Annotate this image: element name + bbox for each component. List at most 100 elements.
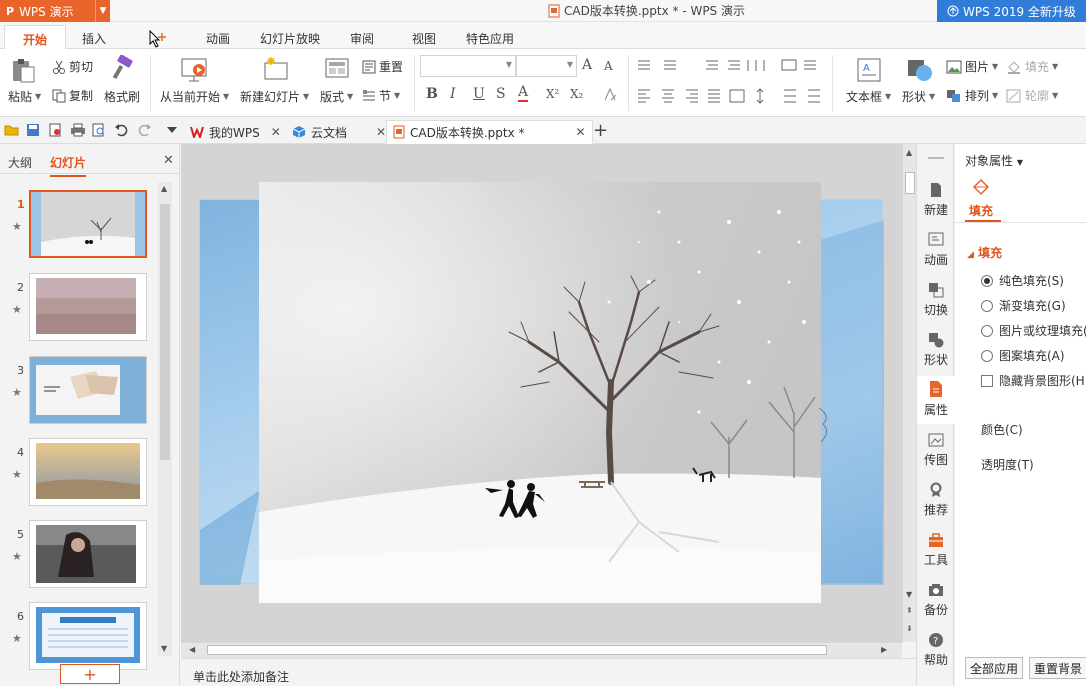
sidebar-item-animation[interactable]: 动画 xyxy=(917,232,955,278)
slide-thumbnail-row[interactable]: 4 ★ xyxy=(0,438,160,508)
copy-button[interactable]: 复制 xyxy=(52,87,93,104)
radio-icon[interactable] xyxy=(981,325,993,337)
slide-thumbnail[interactable] xyxy=(29,190,147,258)
tab-fill[interactable]: 填充 xyxy=(969,202,993,219)
notes-placeholder[interactable]: 单击此处添加备注 xyxy=(193,668,289,685)
format-painter-button[interactable]: 格式刷 xyxy=(104,88,140,105)
slide-thumbnail[interactable] xyxy=(29,520,147,588)
close-icon[interactable]: ✕ xyxy=(376,125,386,139)
tab-home[interactable]: 开始 xyxy=(4,25,67,50)
fill-button[interactable]: 填充 ▼ xyxy=(1006,58,1058,75)
outline-button[interactable]: 轮廓 ▼ xyxy=(1006,87,1058,104)
canvas-horizontal-scrollbar[interactable]: ◀ ▶ xyxy=(181,642,902,658)
app-menu-dropdown-icon[interactable]: ▼ xyxy=(95,0,110,22)
checkbox-icon[interactable] xyxy=(981,375,993,387)
radio-icon[interactable] xyxy=(981,275,993,287)
play-from-current-button[interactable]: 从当前开始 ▼ xyxy=(160,88,229,105)
upgrade-button[interactable]: WPS 2019 全新升级 xyxy=(937,0,1086,22)
underline-button[interactable]: U xyxy=(473,86,485,102)
canvas-vertical-scrollbar[interactable]: ▲ ▼ ⇞ ⇟ xyxy=(902,144,916,642)
sidebar-item-shape[interactable]: 形状 xyxy=(917,332,955,378)
slide-winter-image[interactable] xyxy=(259,182,821,603)
sidebar-item-new[interactable]: 新建 xyxy=(917,182,955,228)
shape-button[interactable]: 形状 ▼ xyxy=(902,88,935,105)
tab-slides[interactable]: 幻灯片 xyxy=(50,154,87,177)
scroll-up-icon[interactable]: ▲ xyxy=(906,148,912,157)
subscript-button[interactable]: X₂ xyxy=(570,87,583,101)
scroll-thumb[interactable] xyxy=(160,204,170,460)
save-icon[interactable] xyxy=(26,123,40,137)
new-tab-plus-icon[interactable]: + xyxy=(593,120,608,141)
shrink-font-button[interactable]: A xyxy=(604,59,613,73)
close-icon[interactable]: ✕ xyxy=(576,125,586,139)
open-folder-icon[interactable] xyxy=(4,123,20,137)
new-slide-button[interactable]: 新建幻灯片 ▼ xyxy=(240,88,309,105)
radio-icon[interactable] xyxy=(981,300,993,312)
slide-thumbnail-row[interactable]: 6 ★ xyxy=(0,602,160,672)
app-menu-button[interactable]: P WPS 演示 ▼ xyxy=(0,0,110,22)
reset-background-button[interactable]: 重置背景 xyxy=(1029,657,1086,679)
hide-background-checkbox[interactable]: 隐藏背景图形(H) xyxy=(981,372,1086,389)
scroll-down-icon[interactable]: ▼ xyxy=(161,644,167,653)
reset-button[interactable]: 重置 xyxy=(362,58,403,75)
font-color-button[interactable]: A xyxy=(518,85,529,102)
layout-icon[interactable] xyxy=(324,57,350,81)
slide-thumbnail[interactable] xyxy=(29,438,147,506)
slide-panel-scrollbar[interactable]: ▲ ▼ xyxy=(158,182,172,656)
sidebar-item-tools[interactable]: 工具 xyxy=(917,532,955,578)
slide-thumbnail[interactable] xyxy=(29,356,147,424)
bold-button[interactable]: B xyxy=(426,86,438,102)
slide-thumbnail-row[interactable]: 5 ★ xyxy=(0,520,160,590)
customize-dropdown-icon[interactable] xyxy=(166,126,178,134)
slide-thumbnail[interactable] xyxy=(29,273,147,341)
strikethrough-button[interactable]: S xyxy=(496,86,506,102)
tab-my-wps[interactable]: 我的WPS ✕ xyxy=(190,120,281,144)
scroll-right-icon[interactable]: ▶ xyxy=(881,645,887,654)
format-painter-icon[interactable] xyxy=(110,55,136,83)
radio-icon[interactable] xyxy=(981,350,993,362)
tab-slideshow[interactable]: 幻灯片放映 xyxy=(260,30,320,47)
scroll-thumb[interactable] xyxy=(207,645,827,655)
sidebar-item-properties[interactable]: 属性 xyxy=(917,376,955,424)
tab-current-document[interactable]: CAD版本转换.pptx * ✕ xyxy=(386,120,593,144)
sidebar-item-recommend[interactable]: 推荐 xyxy=(917,482,955,528)
redo-icon[interactable] xyxy=(138,123,152,137)
sidebar-item-send-image[interactable]: 传图 xyxy=(917,432,955,478)
font-size-combo[interactable]: ▼ xyxy=(516,55,577,77)
tab-cloud-docs[interactable]: 云文档 ✕ xyxy=(292,120,386,144)
gradient-fill-radio[interactable]: 渐变填充(G) xyxy=(981,297,1066,314)
picture-fill-radio[interactable]: 图片或纹理填充( xyxy=(981,322,1086,339)
scroll-up-icon[interactable]: ▲ xyxy=(161,184,167,193)
print-icon[interactable] xyxy=(70,123,86,137)
scroll-thumb[interactable] xyxy=(905,172,915,194)
notes-pane[interactable]: 单击此处添加备注 xyxy=(181,658,916,686)
tab-review[interactable]: 审阅 xyxy=(350,30,374,47)
add-slide-button[interactable]: + xyxy=(60,664,120,684)
scroll-down-icon[interactable]: ▼ xyxy=(906,590,912,599)
apply-all-button[interactable]: 全部应用 xyxy=(965,657,1023,679)
print-preview-icon[interactable] xyxy=(92,123,106,137)
picture-button[interactable]: 图片 ▼ xyxy=(946,58,998,75)
grow-font-button[interactable]: A xyxy=(582,57,592,73)
paste-button[interactable]: 粘贴 ▼ xyxy=(8,88,41,105)
tab-special[interactable]: 特色应用 xyxy=(466,30,514,47)
tab-outline[interactable]: 大纲 xyxy=(8,154,32,171)
tab-view[interactable]: 视图 xyxy=(412,30,436,47)
cut-button[interactable]: 剪切 xyxy=(52,58,93,75)
shape-icon[interactable] xyxy=(906,57,934,83)
export-pdf-icon[interactable] xyxy=(48,123,62,137)
arrange-button[interactable]: 排列 ▼ xyxy=(946,87,998,104)
pane-header-dropdown[interactable]: 对象属性 ▼ xyxy=(965,152,1023,169)
textbox-icon[interactable]: A xyxy=(856,57,882,83)
slide-thumbnail-row[interactable]: 1 ★ xyxy=(0,190,160,260)
solid-fill-radio[interactable]: 纯色填充(S) xyxy=(981,272,1064,289)
italic-button[interactable]: I xyxy=(450,86,456,102)
font-name-combo[interactable]: ▼ xyxy=(420,55,516,77)
slide-thumbnail-row[interactable]: 3 ★ xyxy=(0,356,160,426)
close-panel-icon[interactable]: ✕ xyxy=(163,153,174,168)
sidebar-item-transition[interactable]: 切换 xyxy=(917,282,955,328)
layout-button[interactable]: 版式 ▼ xyxy=(320,88,353,105)
sidebar-item-help[interactable]: ? 帮助 xyxy=(917,632,955,678)
section-button[interactable]: 节 ▼ xyxy=(362,87,400,104)
sidebar-item-backup[interactable]: 备份 xyxy=(917,582,955,628)
